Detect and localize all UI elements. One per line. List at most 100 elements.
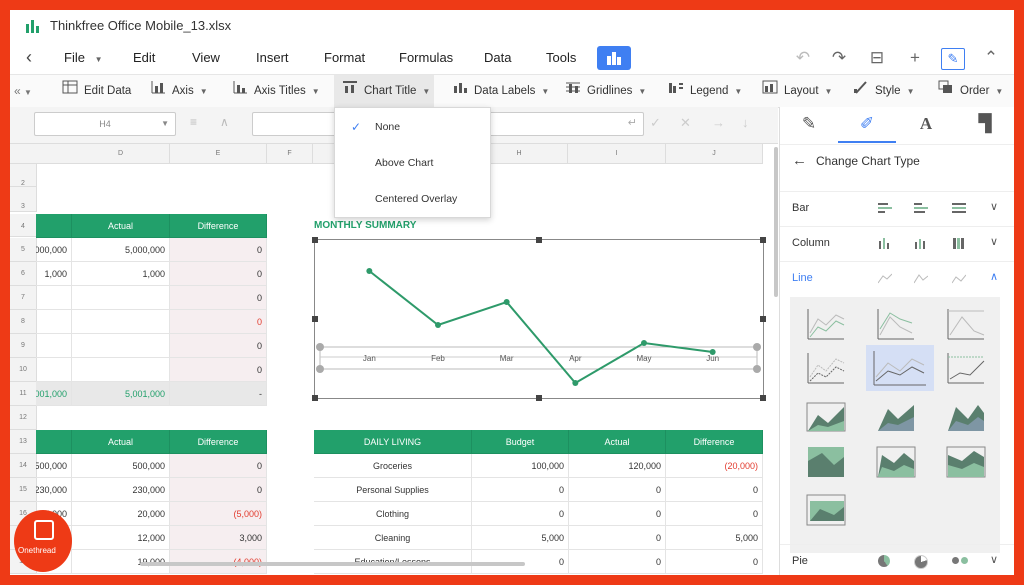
table1-total-cell[interactable]: 5,001,000	[72, 382, 170, 406]
table1-cell[interactable]: 1,000	[36, 262, 72, 286]
table3-cell[interactable]: 100,000	[472, 454, 569, 478]
table1-total-cell[interactable]: -	[170, 382, 267, 406]
table1-cell[interactable]	[72, 358, 170, 382]
table3-header-daily-living[interactable]: DAILY LIVING	[314, 430, 472, 454]
column-header-f[interactable]: F	[267, 144, 313, 164]
menu-tools[interactable]: Tools	[546, 50, 576, 65]
area-chart-type-4[interactable]	[804, 443, 848, 481]
menu-file[interactable]: File ▼	[64, 50, 103, 65]
chart-tools-button[interactable]	[597, 46, 631, 70]
line-chart-type-6[interactable]	[944, 349, 988, 387]
table3-cell[interactable]: 0	[472, 478, 569, 502]
table3-cell[interactable]: 0	[666, 478, 763, 502]
back-arrow-icon[interactable]: ‹	[26, 47, 32, 68]
table1-cell[interactable]	[72, 334, 170, 358]
table1-header-difference[interactable]: Difference	[170, 214, 267, 238]
menu-view[interactable]: View	[192, 50, 220, 65]
row-header[interactable]: 13	[10, 430, 37, 454]
table1-cell[interactable]	[36, 286, 72, 310]
tab-pen-icon[interactable]: ✎	[780, 107, 838, 141]
row-header[interactable]: 6	[10, 262, 37, 286]
menu-insert[interactable]: Insert	[256, 50, 289, 65]
table3-cell[interactable]: Groceries	[314, 454, 472, 478]
chevron-down-icon[interactable]: ∨	[990, 200, 998, 213]
menu-formulas[interactable]: Formulas	[399, 50, 453, 65]
add-icon[interactable]: +	[904, 48, 926, 68]
chart-frame[interactable]: Jan Feb Mar Apr May Jun	[312, 237, 766, 401]
table3-cell[interactable]: Clothing	[314, 502, 472, 526]
split-view-icon[interactable]: ⊟	[866, 48, 888, 68]
table1-cell[interactable]	[36, 310, 72, 334]
table3-cell[interactable]: 0	[569, 550, 666, 574]
column-header-i[interactable]: I	[568, 144, 666, 164]
table3-cell[interactable]: 0	[472, 502, 569, 526]
table2-cell[interactable]: 230,000	[72, 478, 170, 502]
table2-cell[interactable]: 20,000	[72, 502, 170, 526]
table1-cell[interactable]: 0	[170, 238, 267, 262]
chart-title-option-above[interactable]: Above Chart	[335, 146, 490, 182]
column-header-e[interactable]: E	[170, 144, 267, 164]
table1-cell[interactable]: 0	[170, 310, 267, 334]
table3-cell[interactable]: 5,000	[472, 526, 569, 550]
column-header-corner[interactable]	[10, 144, 37, 164]
table3-cell[interactable]: 0	[569, 478, 666, 502]
chart-title-option-centered[interactable]: Centered Overlay	[335, 182, 490, 218]
area-chart-type-3[interactable]	[944, 397, 988, 435]
table2-cell[interactable]: 500,000	[72, 454, 170, 478]
ribbon-chart-title[interactable]: Chart Title ▼	[334, 75, 434, 107]
back-arrow-icon[interactable]: ←	[792, 152, 807, 169]
ribbon-axis[interactable]: Axis ▼	[150, 75, 208, 107]
row-header[interactable]: 10	[10, 358, 37, 382]
ribbon-style[interactable]: Style ▼	[853, 75, 915, 107]
chevron-down-icon[interactable]: ∨	[990, 553, 998, 566]
row-header[interactable]: 4	[10, 214, 37, 237]
ribbon-data-labels[interactable]: Data Labels ▼	[452, 75, 549, 107]
table2-cell[interactable]: (5,000)	[170, 502, 267, 526]
table2-cell[interactable]: 12,000	[72, 526, 170, 550]
table3-cell[interactable]: (20,000)	[666, 454, 763, 478]
table3-header-actual[interactable]: Actual	[569, 430, 666, 454]
table1-header-actual[interactable]: Actual	[72, 214, 170, 238]
line-chart-type-5-selected[interactable]	[866, 345, 934, 391]
table3-cell[interactable]: 0	[666, 550, 763, 574]
row-header[interactable]: 9	[10, 334, 37, 358]
table1-cell[interactable]: 1,000	[72, 262, 170, 286]
cancel-icon[interactable]: ✕	[680, 115, 691, 131]
row-header[interactable]: 7	[10, 286, 37, 310]
table3-header-difference[interactable]: Difference	[666, 430, 763, 454]
line-chart[interactable]: Jan Feb Mar Apr May Jun	[312, 237, 766, 401]
tab-paint-roller-icon[interactable]: ▜	[956, 107, 1014, 141]
ribbon-edit-data[interactable]: Edit Data	[62, 75, 131, 107]
area-chart-type-7[interactable]	[804, 491, 848, 529]
chevron-up-icon[interactable]: ∧	[990, 270, 998, 283]
table2-cell[interactable]: 230,000	[36, 478, 72, 502]
line-chart-type-1[interactable]	[804, 305, 848, 343]
row-header[interactable]: 14	[10, 454, 37, 478]
table1-cell[interactable]	[72, 310, 170, 334]
table3-header-budget[interactable]: Budget	[472, 430, 569, 454]
row-header[interactable]: 11	[10, 382, 37, 406]
collapse-toolbar-icon[interactable]: ⌃	[980, 48, 1002, 68]
column-header-c[interactable]	[36, 144, 73, 164]
horizontal-scrollbar[interactable]	[140, 562, 525, 566]
table3-cell[interactable]: Cleaning	[314, 526, 472, 550]
table2-header-actual[interactable]: Actual	[72, 430, 170, 454]
chart-category-bar[interactable]: Bar ∨	[780, 191, 1014, 227]
table3-cell[interactable]: 0	[569, 502, 666, 526]
edit-mode-icon[interactable]: ✎	[941, 48, 965, 70]
column-header-d[interactable]: D	[72, 144, 170, 164]
ribbon-gridlines[interactable]: Gridlines ▼	[565, 75, 646, 107]
down-icon[interactable]: ↓	[742, 115, 749, 130]
undo-icon[interactable]: ↶	[792, 48, 814, 68]
table1-header-blank[interactable]	[36, 214, 72, 238]
row-header[interactable]: 8	[10, 310, 37, 334]
table1-cell[interactable]	[72, 286, 170, 310]
row-header[interactable]: 2	[10, 164, 37, 187]
table2-cell[interactable]: 3,000	[170, 526, 267, 550]
row-header[interactable]: 5	[10, 238, 37, 262]
table3-cell[interactable]: 5,000	[666, 526, 763, 550]
table2-header-difference[interactable]: Difference	[170, 430, 267, 454]
table2-header-blank[interactable]	[36, 430, 72, 454]
tab-text-format-icon[interactable]: A	[897, 107, 955, 141]
redo-icon[interactable]: ↷	[828, 48, 850, 68]
